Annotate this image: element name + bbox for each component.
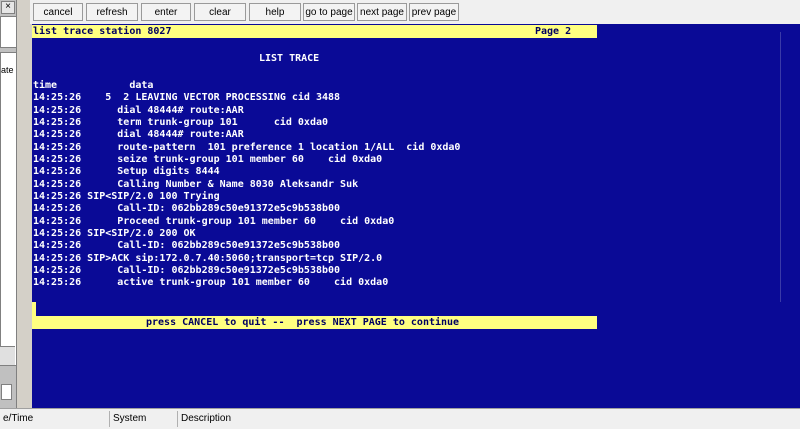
- footer-bar: press CANCEL to quit -- press NEXT PAGE …: [32, 316, 597, 329]
- column-date-time[interactable]: e/Time: [0, 411, 110, 427]
- left-pane-box: [0, 16, 17, 48]
- trace-line: 14:25:26 SIP<SIP/2.0 100 Trying: [33, 190, 220, 202]
- close-icon[interactable]: ×: [1, 1, 15, 14]
- refresh-button[interactable]: refresh: [86, 3, 138, 21]
- trace-line: 14:25:26 dial 48444# route:AAR: [33, 129, 244, 141]
- left-pane-handle[interactable]: [1, 384, 12, 400]
- toolbar: cancel refresh enter clear help go to pa…: [30, 0, 800, 24]
- trace-line: 14:25:26 route-pattern 101 preference 1 …: [33, 141, 461, 153]
- trace-line: 14:25:26 Setup digits 8444: [33, 166, 220, 178]
- trace-line: 14:25:26 Call-ID: 062bb289c50e91372e5c9b…: [33, 264, 341, 276]
- trace-line: 14:25:26 dial 48444# route:AAR: [33, 104, 244, 116]
- trace-line: 14:25:26 Proceed trunk-group 101 member …: [33, 215, 395, 227]
- footer-text: press CANCEL to quit -- press NEXT PAGE …: [146, 317, 460, 328]
- next-page-button[interactable]: next page: [357, 3, 407, 21]
- left-pane-label: ate: [1, 65, 14, 75]
- trace-line: 14:25:26 Call-ID: 062bb289c50e91372e5c9b…: [33, 240, 341, 252]
- screen-title: LIST TRACE: [259, 53, 320, 64]
- terminal-screen[interactable]: list trace station 8027 Page 2 LIST TRAC…: [32, 24, 800, 408]
- trace-line: 14:25:26 Call-ID: 062bb289c50e91372e5c9b…: [33, 203, 341, 215]
- help-button[interactable]: help: [249, 3, 301, 21]
- left-pane: × ate: [0, 0, 17, 408]
- trace-line: 14:25:26 SIP<SIP/2.0 200 OK: [33, 227, 196, 239]
- vertical-divider: [780, 32, 787, 302]
- command-text: list trace station 8027: [33, 26, 172, 37]
- page-indicator: Page 2: [535, 26, 572, 37]
- column-system[interactable]: System: [110, 411, 178, 427]
- command-bar: list trace station 8027 Page 2: [32, 25, 597, 38]
- event-list-header: e/Time System Description: [0, 408, 800, 429]
- trace-line: 14:25:26 active trunk-group 101 member 6…: [33, 277, 389, 289]
- trace-line: 14:25:26 Calling Number & Name 8030 Alek…: [33, 178, 359, 190]
- left-pane-divider: [0, 346, 15, 365]
- prev-page-button[interactable]: prev page: [409, 3, 459, 21]
- cancel-button[interactable]: cancel: [33, 3, 83, 21]
- clear-button[interactable]: clear: [194, 3, 246, 21]
- column-header: time data: [33, 80, 154, 91]
- trace-line: 14:25:26 term trunk-group 101 cid 0xda0: [33, 116, 329, 128]
- trace-line: 14:25:26 5 2 LEAVING VECTOR PROCESSING c…: [33, 92, 341, 104]
- trace-output: time data 14:25:26 5 2 LEAVING VECTOR PR…: [33, 80, 460, 290]
- cursor-marker: [32, 302, 36, 316]
- left-pane-panel: ate: [0, 52, 17, 366]
- enter-button[interactable]: enter: [141, 3, 191, 21]
- go-to-page-button[interactable]: go to page: [303, 3, 355, 21]
- trace-line: 14:25:26 seize trunk-group 101 member 60…: [33, 153, 383, 165]
- column-description[interactable]: Description: [178, 411, 800, 427]
- trace-line: 14:25:26 SIP>ACK sip:172.0.7.40:5060;tra…: [33, 252, 383, 264]
